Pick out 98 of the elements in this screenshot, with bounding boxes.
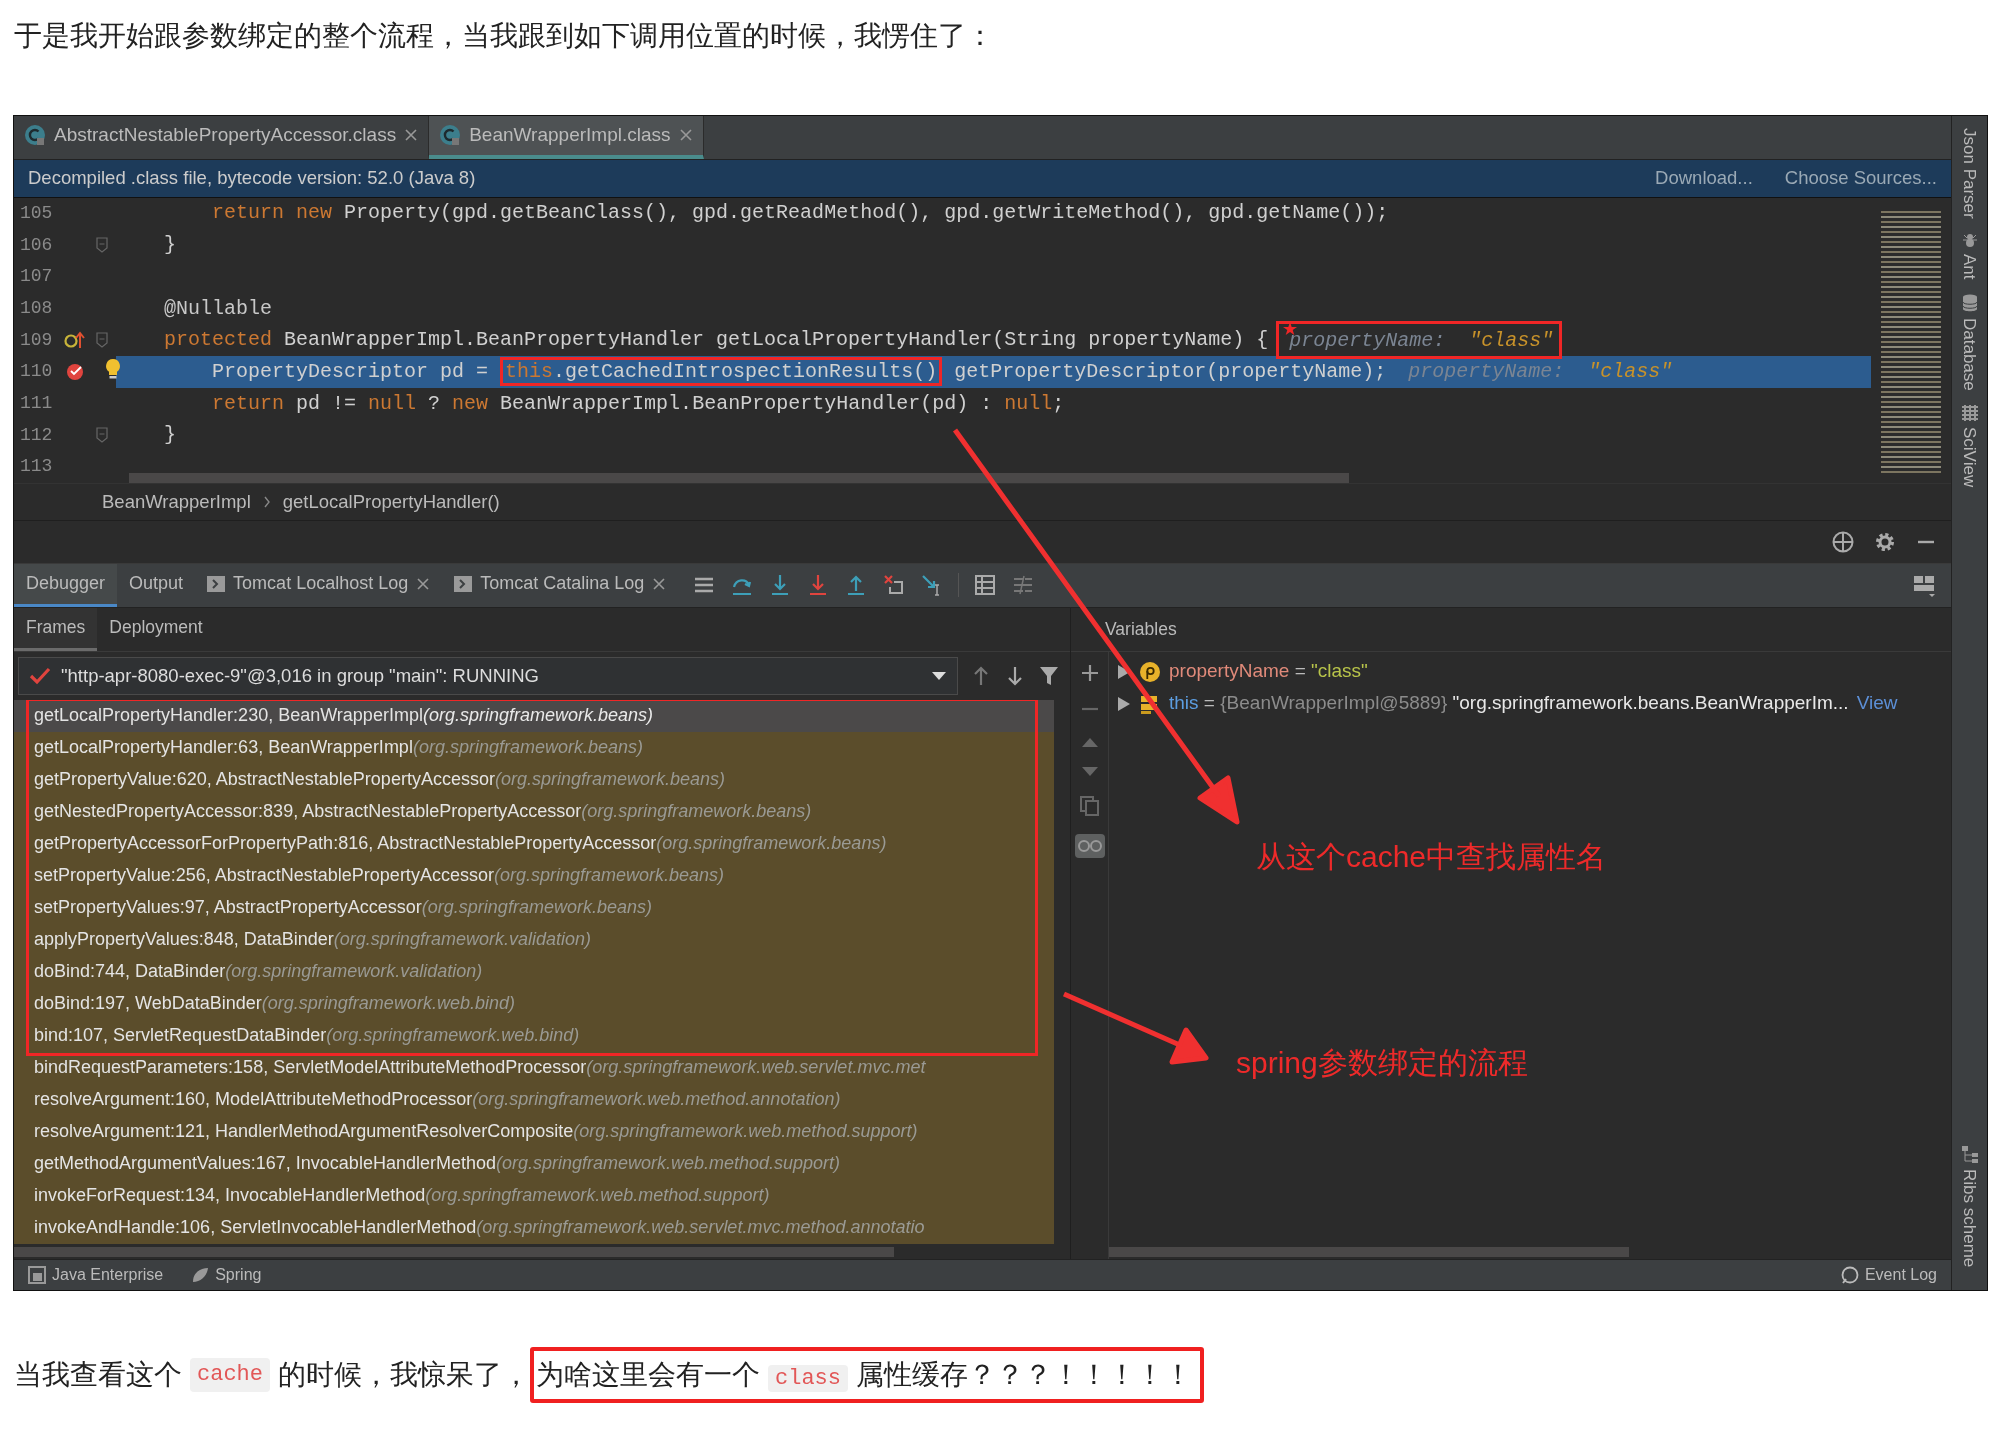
stack-frame[interactable]: setPropertyValues:97, AbstractPropertyAccessor(org.springframework.beans) bbox=[14, 891, 1054, 924]
close-icon[interactable] bbox=[404, 128, 419, 143]
stack-frame[interactable]: invokeAndHandle:106, ServletInvocableHandlerMethod(org.springframework.web.servlet.mvc.method.annotatio bbox=[14, 1211, 1054, 1244]
line-number: 105 bbox=[19, 201, 54, 225]
speech-bubble-icon bbox=[1840, 1265, 1859, 1284]
line-number: 106 bbox=[19, 233, 54, 257]
stack-frame[interactable]: doBind:197, WebDataBinder(org.springframework.web.bind) bbox=[14, 987, 1054, 1020]
side-tool-tab[interactable]: Json Parser bbox=[1956, 127, 1983, 219]
fold-icon[interactable] bbox=[96, 237, 108, 254]
code-line: PropertyDescriptor pd = this.getCachedIntrospectionResults() getPropertyDescriptor(propertyName); bbox=[116, 356, 1387, 387]
code-line: } bbox=[163, 422, 176, 449]
side-tool-tab[interactable]: Database bbox=[1956, 293, 1983, 391]
link[interactable]: Choose Sources... bbox=[1784, 164, 1937, 192]
close-icon[interactable] bbox=[678, 128, 693, 143]
tool-tab[interactable]: Debugger bbox=[14, 563, 118, 607]
link[interactable]: View bbox=[1856, 689, 1898, 718]
class-file-icon bbox=[24, 124, 46, 147]
code-line: } bbox=[163, 232, 176, 259]
editor-tab[interactable]: AbstractNestablePropertyAccessor.class bbox=[14, 115, 430, 159]
close-icon[interactable] bbox=[416, 576, 431, 591]
breadcrumb-item[interactable]: getLocalPropertyHandler() bbox=[282, 487, 500, 516]
stack-frame[interactable]: getMethodArgumentValues:167, InvocableHandlerMethod(org.springframework.web.method.support) bbox=[14, 1147, 1054, 1180]
hierarchy-icon bbox=[1960, 1145, 1979, 1164]
horizontal-scrollbar[interactable] bbox=[1109, 1246, 1629, 1257]
editor-tab[interactable]: BeanWrapperImpl.class bbox=[429, 115, 704, 159]
status-item[interactable]: Spring bbox=[191, 1262, 262, 1287]
panel-tab[interactable]: Frames bbox=[14, 607, 98, 651]
stack-frame[interactable]: getNestedPropertyAccessor:839, AbstractNestablePropertyAccessor(org.springframework.beans) bbox=[14, 795, 1054, 828]
line-number: 108 bbox=[19, 297, 54, 320]
line-number: 107 bbox=[19, 265, 54, 289]
status-item[interactable]: Java Enterprise bbox=[28, 1262, 164, 1287]
stack-frame[interactable]: getLocalPropertyHandler:63, BeanWrapperImpl(org.springframework.beans) bbox=[14, 731, 1054, 764]
line-number: 112 bbox=[19, 423, 54, 447]
console-icon bbox=[454, 575, 473, 592]
line-number: 110 bbox=[19, 360, 54, 384]
stack-frame[interactable]: resolveArgument:121, HandlerMethodArgumentResolverComposite(org.springframework.web.method.support) bbox=[14, 1115, 1054, 1148]
stack-frame[interactable]: applyPropertyValues:848, DataBinder(org.springframework.validation) bbox=[14, 923, 1054, 956]
fold-icon[interactable] bbox=[96, 332, 108, 349]
tool-tab[interactable]: Output bbox=[117, 563, 196, 607]
code-line: return new Property(gpd.getBeanClass(), gpd.getReadMethod(), gpd.getWriteMethod(), gpd.getName()); bbox=[211, 200, 1389, 227]
horizontal-scrollbar[interactable] bbox=[129, 472, 1349, 483]
panel-tab[interactable]: Deployment bbox=[97, 607, 215, 651]
line-number: 109 bbox=[19, 328, 54, 352]
check-icon bbox=[29, 665, 51, 686]
side-tool-tab[interactable]: Ribs scheme bbox=[1956, 1145, 1983, 1268]
table-icon[interactable] bbox=[973, 573, 998, 598]
notice-text: Decompiled .class file, bytecode version: 52.0 (Java 8) bbox=[28, 166, 477, 191]
chevron-icon bbox=[262, 495, 271, 508]
tool-tab[interactable]: Tomcat Catalina Log bbox=[442, 563, 679, 607]
code-line: @Nullable bbox=[163, 295, 273, 322]
copy-icon[interactable] bbox=[1079, 795, 1100, 816]
glasses-icon[interactable] bbox=[1074, 833, 1105, 858]
link[interactable]: Download... bbox=[1655, 164, 1753, 192]
stack-frame[interactable]: invokeForRequest:134, InvocableHandlerMethod(org.springframework.web.method.support) bbox=[14, 1179, 1054, 1212]
paragraph: 于是我开始跟参数绑定的整个流程，当我跟到如下调用位置的时候，我愣住了： bbox=[13, 19, 995, 53]
database-icon bbox=[1961, 293, 1978, 312]
code-line: return pd != null ? new BeanWrapperImpl.BeanPropertyHandler(pd) : null; bbox=[211, 390, 1065, 417]
line-number: 111 bbox=[19, 392, 54, 416]
code-line: protected BeanWrapperImpl.BeanPropertyHandler getLocalPropertyHandler(String propertyName) { bbox=[163, 327, 1269, 354]
stack-frame[interactable]: doBind:744, DataBinder(org.springframework.validation) bbox=[14, 955, 1054, 988]
stack-frame[interactable]: resolveArgument:160, ModelAttributeMethodProcessor(org.springframework.web.method.annotation) bbox=[14, 1083, 1054, 1116]
stack-frame[interactable]: getLocalPropertyHandler:230, BeanWrapperImpl(org.springframework.beans) bbox=[14, 699, 1054, 732]
status-item[interactable]: Event Log bbox=[1840, 1262, 1937, 1287]
caret-icon bbox=[931, 670, 947, 681]
window-icon bbox=[28, 1265, 46, 1284]
stack-frame[interactable]: bind:107, ServletRequestDataBinder(org.springframework.web.bind) bbox=[14, 1019, 1054, 1052]
variable-value: this = {BeanWrapperImpl@5889} "org.springframework.beans.BeanWrapperIm... bbox=[1169, 691, 1849, 716]
filter-icon[interactable] bbox=[1038, 664, 1060, 687]
bug-icon bbox=[1961, 232, 1978, 249]
variable-value: propertyName = "class" bbox=[1169, 659, 1368, 684]
inline-value-hint: propertyName: "class" bbox=[1408, 358, 1673, 385]
stack-frame[interactable]: getPropertyAccessorForPropertyPath:816, AbstractNestablePropertyAccessor(org.springframework.beans) bbox=[14, 827, 1054, 860]
console-icon bbox=[207, 575, 226, 592]
expand-triangle-icon[interactable] bbox=[1117, 695, 1131, 712]
close-icon[interactable] bbox=[652, 576, 667, 591]
horizontal-scrollbar[interactable] bbox=[14, 1246, 894, 1257]
annotation-text: 从这个cache中查找属性名 bbox=[1256, 838, 1607, 875]
side-tool-tab[interactable]: SciView bbox=[1956, 404, 1983, 487]
breadcrumb-item[interactable]: BeanWrapperImpl bbox=[102, 487, 251, 516]
leaf-icon bbox=[191, 1265, 210, 1284]
class-file-icon bbox=[439, 124, 462, 147]
grid-icon bbox=[1961, 404, 1978, 421]
inline-value-hint: propertyName: "class" bbox=[1289, 329, 1554, 353]
thread-dropdown[interactable]: "http-apr-8080-exec-9"@3,016 in group "main": RUNNING bbox=[18, 656, 958, 695]
side-tool-tab[interactable]: Ant bbox=[1956, 232, 1983, 280]
stack-frame[interactable]: setPropertyValue:256, AbstractNestablePropertyAccessor(org.springframework.beans) bbox=[14, 859, 1054, 892]
override-marker-icon[interactable] bbox=[64, 330, 86, 351]
triangle-down-icon[interactable] bbox=[1080, 765, 1099, 778]
tool-tab[interactable]: Tomcat Localhost Log bbox=[195, 563, 443, 607]
annotation-text: spring参数绑定的流程 bbox=[1236, 1044, 1528, 1081]
line-number: 113 bbox=[19, 455, 54, 479]
parameter-icon bbox=[1139, 660, 1161, 683]
fold-icon[interactable] bbox=[96, 427, 108, 444]
breakpoint-icon[interactable] bbox=[65, 361, 85, 382]
stack-frame[interactable]: getPropertyValue:620, AbstractNestablePropertyAccessor(org.springframework.beans) bbox=[14, 763, 1054, 796]
plus-icon[interactable] bbox=[1080, 663, 1099, 682]
crosshair-icon[interactable] bbox=[1831, 529, 1855, 554]
paragraph: 当我查看这个 cache 的时候，我惊呆了， 为啥这里会有一个 class 属性缓存？？？！！！！！ bbox=[0, 1330, 2009, 1404]
